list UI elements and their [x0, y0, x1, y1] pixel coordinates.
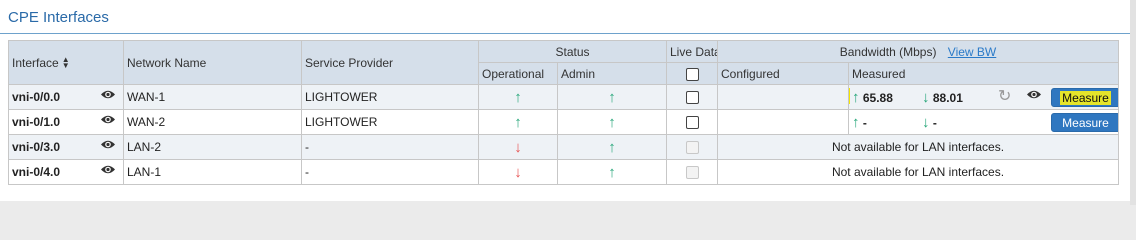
operational-status: ↓ — [478, 159, 558, 185]
upload-value: 65.88 — [862, 91, 893, 105]
eye-icon[interactable] — [100, 164, 116, 178]
col-service-provider: Service Provider — [301, 40, 479, 85]
col-status: Status — [478, 40, 667, 63]
arrow-down-icon: ↓ — [514, 138, 522, 156]
admin-status: ↑ — [557, 109, 667, 135]
configured-bw — [717, 109, 849, 135]
live-data-checkbox — [685, 141, 699, 155]
highlight-marker — [849, 88, 850, 104]
interface-cell: vni-0/4.0 — [8, 159, 124, 185]
interfaces-table: Interface ▲ ▼ Network Name Service Provide… — [8, 40, 1119, 185]
live-data-cell — [666, 109, 718, 135]
arrow-down-icon: ↓ — [922, 114, 930, 131]
interface-name: vni-0/4.0 — [12, 165, 61, 179]
network-name: WAN-2 — [123, 109, 302, 135]
live-data-checkbox[interactable] — [685, 116, 699, 130]
live-data-cell — [666, 159, 718, 185]
service-provider: LIGHTOWER — [301, 84, 479, 110]
arrow-down-icon: ↓ — [922, 89, 930, 106]
table-row: vni-0/3.0 LAN-2 - ↓ ↑ Not available for … — [8, 134, 1119, 160]
measured-upload: ↑ - — [852, 114, 867, 131]
measured-upload: ↑ 65.88 — [852, 89, 893, 106]
arrow-up-icon: ↑ — [514, 113, 522, 131]
admin-status: ↑ — [557, 159, 667, 185]
download-value: 88.01 — [932, 91, 963, 105]
upload-value: - — [862, 116, 867, 130]
network-name: LAN-2 — [123, 134, 302, 160]
bandwidth-na: Not available for LAN interfaces. — [717, 159, 1119, 185]
table-row: vni-0/1.0 WAN-2 LIGHTOWER ↑ ↑ ↑ - ↓ - Me… — [8, 109, 1119, 135]
table-row: vni-0/0.0 WAN-1 LIGHTOWER ↑ ↑ ↑ 65.88 ↓ … — [8, 84, 1119, 110]
live-data-cell — [666, 84, 718, 110]
measure-button[interactable]: Measure — [1051, 88, 1118, 107]
col-admin: Admin — [557, 62, 667, 85]
interface-name: vni-0/0.0 — [12, 90, 61, 104]
live-data-select-all — [666, 62, 718, 85]
col-bandwidth: Bandwidth (Mbps) View BW — [717, 40, 1119, 63]
arrow-up-icon: ↑ — [514, 88, 522, 106]
live-data-checkbox[interactable] — [685, 91, 699, 105]
eye-icon[interactable] — [100, 89, 116, 103]
refresh-icon[interactable]: ↻ — [998, 86, 1011, 106]
interface-name: vni-0/1.0 — [12, 115, 61, 129]
network-name: LAN-1 — [123, 159, 302, 185]
bandwidth-na: Not available for LAN interfaces. — [717, 134, 1119, 160]
title-divider — [0, 33, 1130, 34]
interface-cell: vni-0/3.0 — [8, 134, 124, 160]
measured-download: ↓ 88.01 — [922, 89, 963, 106]
scrollbar[interactable] — [1130, 0, 1136, 205]
col-operational: Operational — [478, 62, 558, 85]
arrow-up-icon: ↑ — [608, 113, 616, 131]
network-name: WAN-1 — [123, 84, 302, 110]
col-interface[interactable]: Interface ▲ ▼ — [8, 40, 124, 85]
admin-status: ↑ — [557, 84, 667, 110]
col-live-data: Live Data — [666, 40, 718, 63]
panel-title: CPE Interfaces — [8, 9, 109, 26]
view-bw-link[interactable]: View BW — [948, 45, 996, 59]
live-data-checkbox — [685, 166, 699, 180]
arrow-up-icon: ↑ — [608, 138, 616, 156]
col-configured: Configured — [717, 62, 849, 85]
sort-icon[interactable]: ▲ ▼ — [62, 56, 70, 70]
eye-icon[interactable] — [100, 114, 116, 128]
measured-bw: ↑ - ↓ - Measure — [848, 109, 1119, 135]
interface-cell: vni-0/0.0 — [8, 84, 124, 110]
operational-status: ↑ — [478, 84, 558, 110]
table-row: vni-0/4.0 LAN-1 - ↓ ↑ Not available for … — [8, 159, 1119, 185]
measure-button[interactable]: Measure — [1051, 113, 1118, 132]
interface-name: vni-0/3.0 — [12, 140, 61, 154]
operational-status: ↑ — [478, 109, 558, 135]
measured-bw: ↑ 65.88 ↓ 88.01 ↻ Measure — [848, 84, 1119, 110]
arrow-up-icon: ↑ — [608, 88, 616, 106]
service-provider: - — [301, 159, 479, 185]
service-provider: LIGHTOWER — [301, 109, 479, 135]
service-provider: - — [301, 134, 479, 160]
operational-status: ↓ — [478, 134, 558, 160]
bandwidth-label: Bandwidth (Mbps) — [839, 44, 937, 59]
arrow-down-icon: ↓ — [514, 163, 522, 181]
interface-cell: vni-0/1.0 — [8, 109, 124, 135]
arrow-up-icon: ↑ — [852, 89, 860, 106]
eye-icon[interactable] — [100, 139, 116, 153]
col-interface-label: Interface — [12, 55, 59, 70]
arrow-up-icon: ↑ — [852, 114, 860, 131]
configured-bw — [717, 84, 849, 110]
col-network-name: Network Name — [123, 40, 302, 85]
measure-button-label: Measure — [1060, 91, 1111, 105]
eye-icon[interactable] — [1026, 89, 1042, 103]
download-value: - — [932, 116, 937, 130]
cpe-interfaces-panel: CPE Interfaces Interface ▲ ▼ Network Name … — [0, 0, 1130, 201]
measured-download: ↓ - — [922, 114, 937, 131]
live-data-all-checkbox[interactable] — [685, 67, 699, 81]
live-data-cell — [666, 134, 718, 160]
admin-status: ↑ — [557, 134, 667, 160]
arrow-up-icon: ↑ — [608, 163, 616, 181]
col-measured: Measured — [848, 62, 1119, 85]
